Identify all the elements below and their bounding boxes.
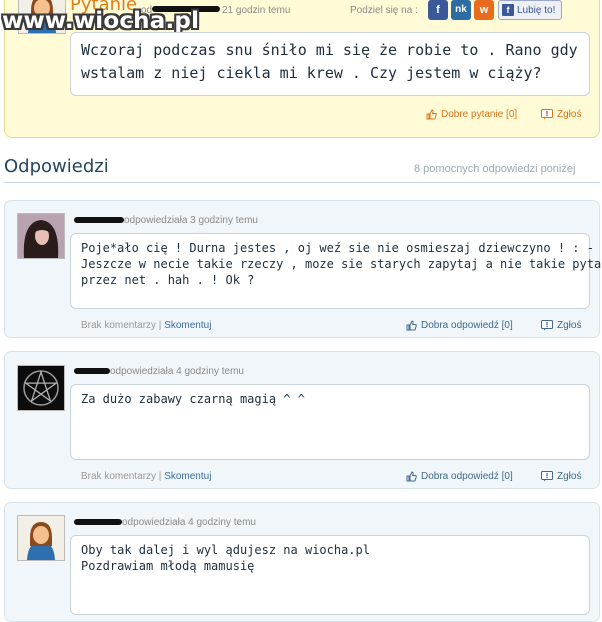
comments-footer: Brak komentarzy | Skomentuj — [81, 471, 212, 482]
answer-meta: odpowiedziała 3 godziny temu — [124, 215, 258, 226]
question-time: 21 godzin temu — [222, 5, 291, 16]
wykop-icon: w — [479, 4, 489, 16]
facebook-share-button[interactable]: f — [428, 0, 448, 20]
comment-link[interactable]: Skomentuj — [164, 320, 211, 331]
answer-line: Pozdrawiam młodą mamusię — [81, 559, 255, 573]
answers-count: 8 pomocnych odpowiedzi poniżej — [414, 163, 576, 175]
question-line: wstalam z niej ciekla mi krew . Czy jest… — [81, 64, 542, 82]
good-answer-label: Dobra odpowiedź [0] — [421, 320, 513, 331]
divider — [4, 182, 600, 183]
watermark-logo: www.wiocha.pl — [2, 8, 200, 34]
answer-line: Oby tak dalej i wyl ądujesz na wiocha.pl — [81, 543, 370, 557]
no-comments-label: Brak komentarzy — [81, 320, 157, 331]
answer-text: Za dużo zabawy czarną magią ^ ^ — [70, 384, 590, 460]
good-answer-button[interactable]: Dobra odpowiedź [0] — [406, 471, 513, 482]
report-answer-button[interactable]: Zgłoś — [541, 471, 581, 482]
like-button[interactable]: f Lubię to! — [498, 0, 562, 20]
question-line: Wczoraj podczas snu śniło mi się że robi… — [81, 41, 578, 59]
good-question-button[interactable]: Dobre pytanie [0] — [426, 109, 517, 120]
answer-line: Jeszcze w necie takie rzeczy , moze sie … — [81, 257, 602, 271]
report-answer-button[interactable]: Zgłoś — [541, 320, 581, 331]
answer-text: Poje*ało cię ! Durna jestes , oj weź sie… — [70, 233, 602, 309]
share-label: Podziel się na : — [350, 5, 418, 16]
report-question-button[interactable]: Zgłoś — [541, 109, 581, 120]
answer-avatar[interactable] — [17, 365, 65, 411]
answers-heading: Odpowiedzi — [4, 156, 109, 177]
redaction-scribble — [74, 217, 124, 223]
nk-share-button[interactable]: nk — [451, 0, 471, 20]
good-question-label: Dobre pytanie [0] — [441, 109, 518, 120]
thumbs-up-icon — [406, 320, 417, 331]
thumbs-up-icon — [406, 471, 417, 482]
report-label: Zgłoś — [557, 109, 582, 120]
comments-footer: Brak komentarzy | Skomentuj — [81, 320, 212, 331]
report-icon — [541, 320, 553, 331]
redaction-scribble — [74, 519, 122, 525]
answer-text: Oby tak dalej i wyl ądujesz na wiocha.pl… — [70, 535, 590, 615]
report-label: Zgłoś — [557, 471, 582, 482]
like-label: Lubię to! — [517, 4, 556, 16]
answer-meta: odpowiedziała 4 godziny temu — [110, 366, 244, 377]
answer-meta: odpowiedziała 4 godziny temu — [122, 517, 256, 528]
wykop-share-button[interactable]: w — [474, 0, 494, 20]
answer-line: przez net . hah . ! Ok ? — [81, 273, 255, 287]
answer-line: Poje*ało cię ! Durna jestes , oj weź sie… — [81, 241, 602, 255]
answer-avatar[interactable] — [17, 515, 65, 561]
report-label: Zgłoś — [557, 320, 582, 331]
redaction-scribble — [74, 368, 110, 374]
answer-line: Za dużo zabawy czarną magią ^ ^ — [81, 392, 305, 406]
facebook-like-icon: f — [502, 4, 514, 16]
answer-avatar[interactable] — [17, 213, 65, 259]
report-icon — [541, 471, 553, 482]
good-answer-button[interactable]: Dobra odpowiedź [0] — [406, 320, 513, 331]
good-answer-label: Dobra odpowiedź [0] — [421, 471, 513, 482]
question-text: Wczoraj podczas snu śniło mi się że robi… — [70, 32, 590, 96]
thumbs-up-icon — [426, 109, 437, 120]
nk-icon: nk — [455, 4, 467, 15]
no-comments-label: Brak komentarzy — [81, 471, 157, 482]
report-icon — [541, 109, 553, 120]
comment-link[interactable]: Skomentuj — [164, 471, 211, 482]
facebook-icon: f — [436, 4, 440, 16]
